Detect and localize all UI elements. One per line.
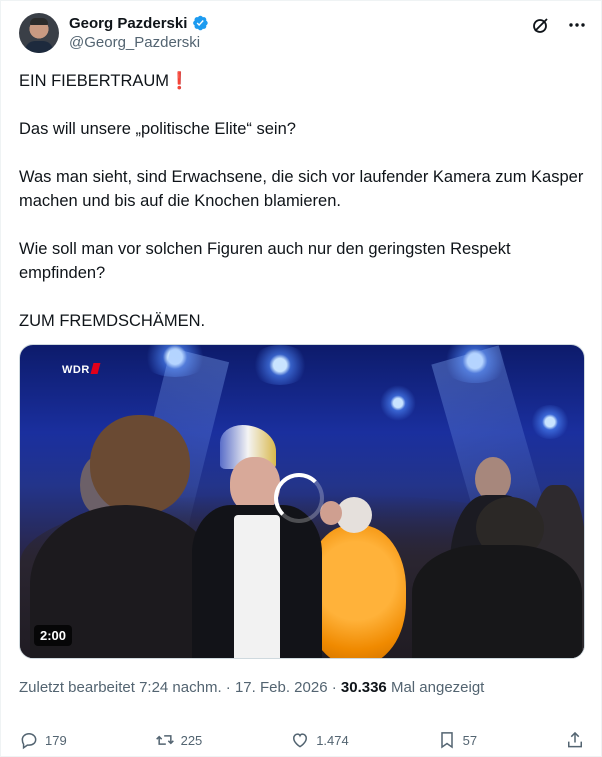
video-duration: 2:00: [34, 625, 73, 646]
loading-spinner-icon: [274, 473, 324, 523]
reply-icon: [21, 732, 37, 750]
repost-button[interactable]: 225: [155, 730, 203, 750]
tweet-date[interactable]: 17. Feb. 2026: [235, 679, 328, 696]
verified-badge-icon: [193, 15, 209, 31]
meta-separator: ·: [225, 679, 231, 696]
bookmark-button[interactable]: 57: [437, 730, 477, 750]
share-button[interactable]: [565, 730, 585, 750]
tweet-card: Georg Pazderski @Georg_Pazderski EIN FIE…: [0, 0, 602, 757]
tweet-paragraph: Wie soll man vor solchen Figuren auch nu…: [19, 240, 511, 282]
edited-label[interactable]: Zuletzt bearbeitet 7:24 nachm.: [19, 679, 222, 696]
bookmark-count: 57: [462, 732, 478, 748]
bookmark-icon: [440, 732, 453, 749]
tweet-paragraph: Das will unsere „politische Elite“ sein?: [19, 120, 296, 138]
tweet-paragraph: Was man sieht, sind Erwachsene, die sich…: [19, 168, 584, 210]
header-actions: [531, 15, 587, 35]
repost-icon: [155, 735, 174, 745]
reply-count: 179: [45, 732, 67, 748]
views-count: 30.336: [340, 679, 387, 696]
more-icon[interactable]: [567, 15, 587, 35]
tweet-paragraph: EIN FIEBERTRAUM❗: [19, 72, 190, 90]
views-label: Mal angezeigt: [390, 679, 485, 696]
like-count: 1.474: [316, 732, 349, 748]
grok-icon[interactable]: [531, 15, 551, 35]
broadcaster-logo: WDR: [62, 363, 101, 376]
action-bar: 179 225 1.474 57: [19, 725, 585, 755]
author-avatar[interactable]: [19, 13, 59, 53]
author-handle[interactable]: @Georg_Pazderski: [69, 34, 200, 51]
tweet-meta: Zuletzt bearbeitet 7:24 nachm. · 17. Feb…: [19, 679, 484, 696]
author-name-row: Georg Pazderski: [69, 14, 209, 32]
video-player[interactable]: WDR 2:00: [19, 344, 585, 659]
tweet-text: EIN FIEBERTRAUM❗ Das will unsere „politi…: [19, 69, 585, 333]
exclamation-emoji-icon: ❗: [169, 72, 190, 90]
heart-icon: [293, 733, 308, 748]
meta-separator: ·: [331, 679, 337, 696]
repost-count: 225: [180, 732, 203, 748]
like-button[interactable]: 1.474: [290, 730, 349, 750]
share-icon: [567, 731, 582, 748]
author-display-name[interactable]: Georg Pazderski: [69, 15, 187, 32]
reply-button[interactable]: 179: [19, 730, 67, 750]
tweet-paragraph: ZUM FREMDSCHÄMEN.: [19, 312, 206, 330]
